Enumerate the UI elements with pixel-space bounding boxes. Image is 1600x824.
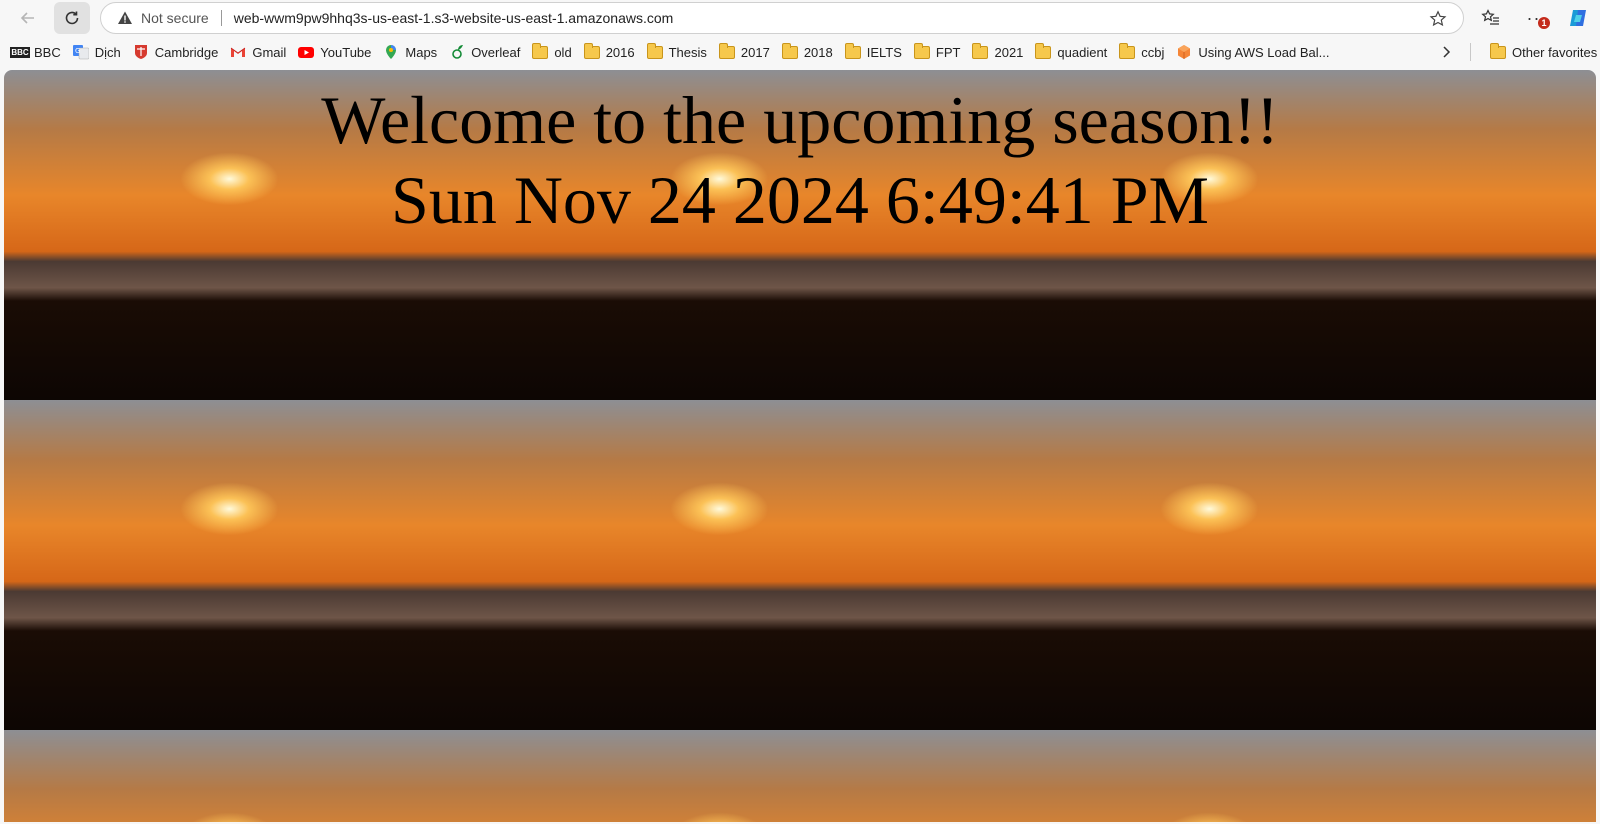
bookmark-label: quadient	[1057, 44, 1108, 60]
bookmark-label: BBC	[34, 44, 61, 60]
add-favorite-button[interactable]	[1427, 8, 1449, 30]
bookmarks-divider	[1470, 43, 1471, 61]
bookmark-folder-quadient[interactable]: quadient	[1029, 40, 1113, 64]
page-content: Welcome to the upcoming season!! Sun Nov…	[4, 70, 1596, 822]
url-text[interactable]: web-wwm9pw9hhq3s-us-east-1.s3-website-us…	[234, 10, 674, 26]
bookmark-label: 2021	[994, 44, 1024, 60]
favorites-list-icon	[1481, 9, 1499, 25]
folder-icon	[844, 42, 861, 60]
copilot-button[interactable]	[1564, 4, 1592, 32]
bookmark-overleaf[interactable]: Overleaf	[443, 40, 526, 64]
address-divider	[220, 10, 222, 26]
back-arrow-icon	[20, 12, 34, 24]
bookmark-label: 2017	[740, 44, 770, 60]
gmail-icon	[230, 44, 246, 60]
bookmark-label: IELTS	[866, 44, 902, 60]
svg-text:G: G	[75, 47, 80, 55]
folder-icon	[913, 42, 930, 60]
overleaf-icon	[449, 44, 465, 60]
bookmark-label: Overleaf	[471, 44, 521, 60]
favorites-button[interactable]	[1477, 4, 1505, 32]
address-bar[interactable]: Not secure web-wwm9pw9hhq3s-us-east-1.s3…	[100, 2, 1464, 34]
bookmark-cambridge[interactable]: Cambridge	[127, 40, 225, 64]
bookmark-folder-2017[interactable]: 2017	[713, 40, 776, 64]
bbc-icon: BBC	[10, 46, 30, 58]
bookmark-label: Thesis	[668, 44, 707, 60]
cambridge-icon	[133, 44, 149, 60]
bookmarks-bar: BBC BBC G Dịch Cambridge Gmail YouTube M…	[0, 38, 1600, 66]
chevron-right-icon	[1443, 46, 1451, 58]
bookmark-maps[interactable]: Maps	[377, 40, 443, 64]
folder-icon	[1035, 42, 1052, 60]
bookmark-youtube[interactable]: YouTube	[292, 40, 377, 64]
aws-icon	[1176, 44, 1192, 60]
bookmark-folder-2016[interactable]: 2016	[578, 40, 641, 64]
bookmark-folder-old[interactable]: old	[526, 40, 577, 64]
notification-badge: 1	[1538, 17, 1550, 29]
back-button[interactable]	[10, 2, 46, 34]
star-icon	[1429, 10, 1447, 27]
bookmark-label: FPT	[935, 44, 961, 60]
bookmark-label: Gmail	[252, 44, 287, 60]
bookmark-label: YouTube	[320, 44, 372, 60]
page-heading: Welcome to the upcoming season!!	[321, 82, 1279, 158]
folder-icon	[781, 42, 798, 60]
security-label[interactable]: Not secure	[141, 10, 209, 26]
current-datetime: Sun Nov 24 2024 6:49:41 PM	[391, 162, 1209, 238]
folder-icon	[718, 42, 735, 60]
bookmark-folder-fpt[interactable]: FPT	[908, 40, 967, 64]
bookmark-label: 2018	[803, 44, 833, 60]
maps-icon	[383, 44, 399, 60]
more-bookmarks-button[interactable]	[1436, 42, 1456, 62]
youtube-icon	[298, 44, 315, 60]
bookmark-folder-thesis[interactable]: Thesis	[641, 40, 713, 64]
folder-icon	[1119, 42, 1136, 60]
folder-icon	[646, 42, 663, 60]
browser-window: Not secure web-wwm9pw9hhq3s-us-east-1.s3…	[0, 0, 1600, 824]
copilot-icon	[1570, 10, 1586, 26]
bookmark-label: Maps	[405, 44, 438, 60]
reload-button[interactable]	[54, 2, 90, 34]
bookmark-dich[interactable]: G Dịch	[67, 40, 127, 64]
bookmark-label: Using AWS Load Bal...	[1198, 44, 1330, 60]
bookmark-folder-2018[interactable]: 2018	[776, 40, 839, 64]
bookmark-label: Cambridge	[154, 44, 219, 60]
bookmark-label: 2016	[605, 44, 635, 60]
folder-icon	[583, 42, 600, 60]
bookmark-folder-ielts[interactable]: IELTS	[839, 40, 908, 64]
reload-icon	[65, 11, 79, 25]
bookmark-aws-load-balancer[interactable]: Using AWS Load Bal...	[1170, 40, 1335, 64]
bookmark-bbc[interactable]: BBC BBC	[6, 40, 67, 64]
folder-icon	[532, 42, 549, 60]
bookmark-label: ccbj	[1141, 44, 1165, 60]
google-translate-icon: G	[72, 44, 89, 60]
bookmark-gmail[interactable]: Gmail	[224, 40, 292, 64]
bookmark-folder-ccbj[interactable]: ccbj	[1113, 40, 1170, 64]
other-favorites-folder[interactable]: Other favorites	[1484, 40, 1600, 64]
toolbar: Not secure web-wwm9pw9hhq3s-us-east-1.s3…	[0, 0, 1600, 36]
warning-icon[interactable]	[117, 10, 133, 26]
bookmark-folder-2021[interactable]: 2021	[966, 40, 1029, 64]
other-favorites-label: Other favorites	[1512, 44, 1598, 60]
folder-icon	[972, 42, 989, 60]
folder-icon	[1490, 42, 1506, 60]
bookmark-label: old	[554, 44, 572, 60]
bookmark-label: Dịch	[94, 44, 121, 60]
